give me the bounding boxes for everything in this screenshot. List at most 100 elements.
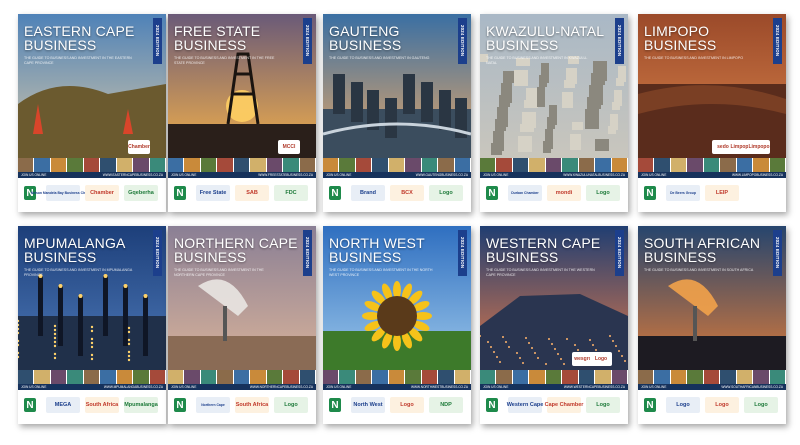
cover-subtitle: THE GUIDE TO BUSINESS AND INVESTMENT IN …	[329, 56, 430, 60]
cover-footer: N Brand BCX Logo	[323, 178, 471, 212]
thumbnail	[83, 370, 101, 384]
thumbnail-strip	[168, 370, 316, 384]
thumbnail	[512, 370, 530, 384]
thumbnail-strip	[480, 370, 628, 384]
edition-badge: 2024 EDITION	[773, 18, 782, 64]
cover-title: FREE STATE BUSINESS	[174, 24, 298, 52]
magazine-cover[interactable]: GAUTENG BUSINESS THE GUIDE TO BUSINESS AND…	[323, 14, 471, 212]
thumbnail	[595, 370, 612, 384]
thumbnail-strip	[480, 158, 628, 172]
cover-subtitle: THE GUIDE TO BUSINESS AND INVESTMENT IN …	[174, 268, 264, 277]
thumbnail	[496, 370, 513, 384]
sponsor-logo: Logo	[705, 397, 739, 413]
cover-title-region: SOUTH AFRICAN	[644, 235, 761, 251]
cover-title-business: BUSINESS	[174, 249, 247, 265]
thumbnail	[133, 158, 150, 172]
cover-title-business: BUSINESS	[329, 249, 402, 265]
magazine-cover[interactable]: LIMPOPO BUSINESS THE GUIDE TO BUSINESS AND…	[638, 14, 786, 212]
cover-title-business: BUSINESS	[644, 249, 717, 265]
sponsor-logo: Free State	[196, 185, 230, 201]
thumbnail	[654, 370, 671, 384]
cover-title-business: BUSINESS	[486, 37, 559, 53]
thumbnail	[323, 370, 340, 384]
thumbnail	[67, 370, 84, 384]
thumbnail	[133, 370, 150, 384]
magazine-cover[interactable]: WESTERN CAPE BUSINESS THE GUIDE TO BUSINES…	[480, 226, 628, 424]
magazine-cover[interactable]: SOUTH AFRICAN BUSINESS THE GUIDE TO BUSINE…	[638, 226, 786, 424]
thumbnail	[266, 370, 284, 384]
edition-badge: 2024 EDITION	[153, 18, 162, 64]
thumbnail	[595, 158, 612, 172]
edition-badge: 2024 EDITION	[458, 18, 467, 64]
magazine-cover[interactable]: NORTHERN CAPE BUSINESS THE GUIDE TO BUSINE…	[168, 226, 316, 424]
thumbnail	[454, 158, 471, 172]
cover-footer: N North West Logo NDP	[323, 390, 471, 424]
sponsor-logo: mondi	[547, 185, 581, 201]
sponsor-logo: Cape Chamber	[545, 397, 583, 413]
cover-title-business: BUSINESS	[24, 37, 97, 53]
magazine-cover[interactable]: NORTH WEST BUSINESS THE GUIDE TO BUSINESS …	[323, 226, 471, 424]
thumbnail	[769, 370, 786, 384]
sponsor-logo: Logo	[586, 185, 620, 201]
publisher-logo-icon: N	[174, 398, 186, 412]
cover-title-business: BUSINESS	[329, 37, 402, 53]
thumbnail	[116, 370, 134, 384]
thumbnail	[638, 158, 655, 172]
sponsor-logo: South Africa	[85, 397, 119, 413]
thumbnail	[83, 158, 101, 172]
thumbnail	[149, 158, 166, 172]
sponsor-logo: Logo	[590, 352, 612, 366]
thumbnail-strip	[168, 158, 316, 172]
sponsor-logo: MCCI	[278, 140, 300, 154]
thumbnail	[233, 158, 251, 172]
cover-title-region: GAUTENG	[329, 23, 400, 39]
publisher-logo-icon: N	[644, 398, 656, 412]
thumbnail	[736, 370, 754, 384]
sponsor-logo: LEIP	[705, 185, 739, 201]
cover-subtitle: THE GUIDE TO BUSINESS AND INVESTMENT IN …	[486, 56, 588, 65]
thumbnail	[670, 158, 688, 172]
magazine-cover[interactable]: MPUMALANGA BUSINESS THE GUIDE TO BUSINESS …	[18, 226, 166, 424]
thumbnail	[168, 158, 185, 172]
cover-footer: N Western Cape Cape Chamber Logo	[480, 390, 628, 424]
thumbnail	[480, 370, 497, 384]
thumbnail	[562, 370, 579, 384]
thumbnail-strip	[638, 370, 786, 384]
sponsor-logo: Western Cape	[507, 397, 543, 413]
thumbnail	[299, 370, 316, 384]
sponsor-logo: FDC	[274, 185, 308, 201]
thumbnail	[100, 370, 117, 384]
thumbnail	[687, 370, 704, 384]
sponsor-logo: Durban Chamber	[508, 185, 542, 201]
sponsor-logo: Northern Cape	[196, 397, 230, 413]
magazine-cover[interactable]: EASTERN CAPE BUSINESS THE GUIDE TO BUSINES…	[18, 14, 166, 212]
cover-title-region: NORTH WEST	[329, 235, 425, 251]
magazine-cover[interactable]: FREE STATE BUSINESS THE GUIDE TO BUSINESS …	[168, 14, 316, 212]
edition-badge: 2024 EDITION	[303, 230, 312, 276]
cover-title: SOUTH AFRICAN BUSINESS	[644, 236, 768, 264]
thumbnail	[529, 370, 546, 384]
thumbnail	[421, 370, 439, 384]
thumbnail	[200, 370, 218, 384]
thumbnail	[454, 370, 471, 384]
cover-footer: N De Beers Group LEIP	[638, 178, 786, 212]
thumbnail	[720, 370, 737, 384]
thumbnail	[611, 370, 628, 384]
cover-subtitle: THE GUIDE TO BUSINESS AND INVESTMENT IN …	[644, 56, 744, 60]
thumbnail	[355, 370, 373, 384]
thumbnail	[283, 158, 300, 172]
thumbnail	[100, 158, 117, 172]
sponsor-logo: SAB	[235, 185, 269, 201]
cover-subtitle: THE GUIDE TO BUSINESS AND INVESTMENT IN …	[644, 268, 754, 272]
thumbnail	[355, 158, 373, 172]
magazine-cover[interactable]: KWAZULU-NATAL BUSINESS THE GUIDE TO BUSINE…	[480, 14, 628, 212]
thumbnail	[283, 370, 300, 384]
thumbnail	[578, 158, 596, 172]
thumbnail	[388, 370, 406, 384]
cover-title: NORTHERN CAPE BUSINESS	[174, 236, 298, 264]
thumbnail	[753, 370, 770, 384]
thumbnail	[372, 158, 389, 172]
sponsor-logo: Brand	[351, 185, 385, 201]
thumbnail	[720, 158, 737, 172]
sponsor-logo: Logo	[390, 397, 424, 413]
